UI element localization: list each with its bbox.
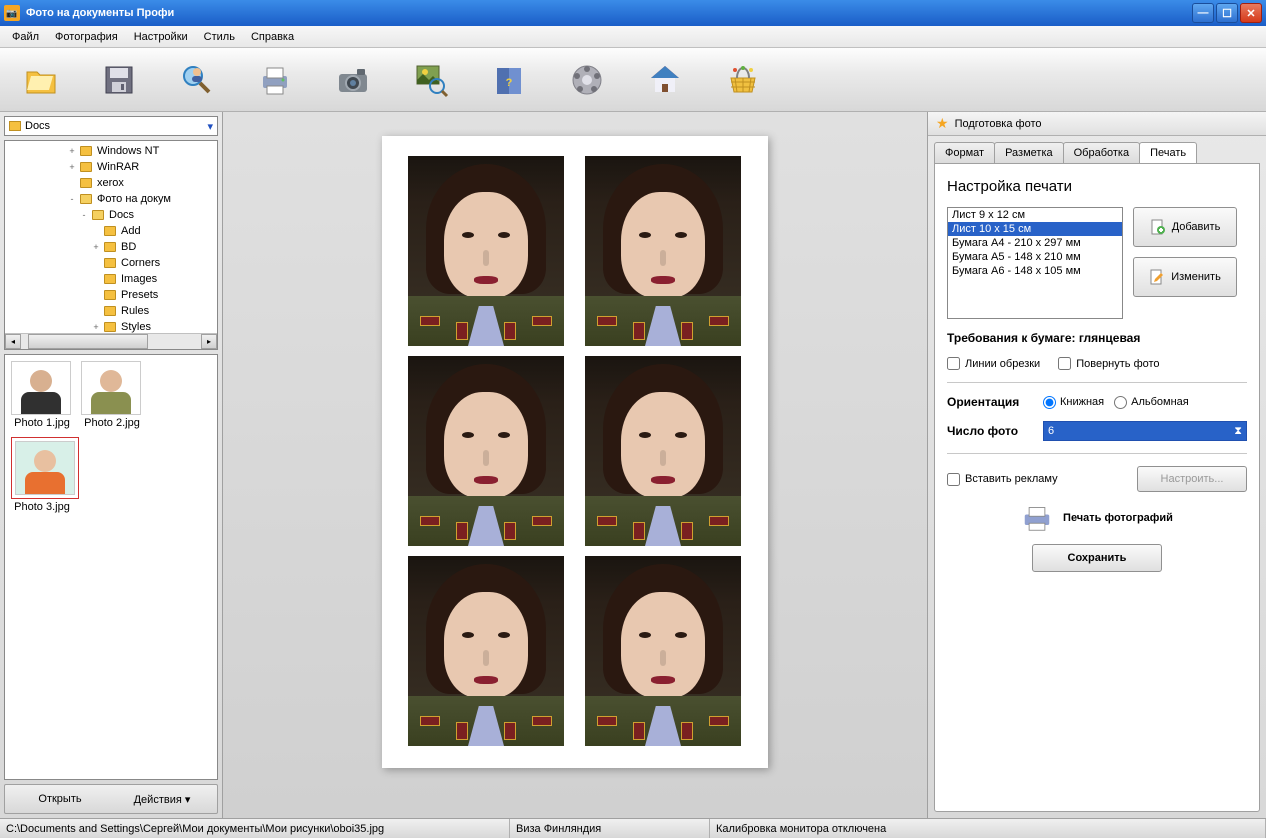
toolbar-save-icon[interactable] bbox=[98, 59, 140, 101]
close-button[interactable]: ✕ bbox=[1240, 3, 1262, 23]
crop-lines-checkbox[interactable]: Линии обрезки bbox=[947, 357, 1040, 370]
scroll-thumb[interactable] bbox=[28, 334, 148, 349]
menu-style[interactable]: Стиль bbox=[196, 28, 243, 46]
folder-dropdown[interactable]: Docs ▾ bbox=[4, 116, 218, 136]
actions-button[interactable]: Действия ▾ bbox=[113, 787, 211, 811]
toolbar-print-icon[interactable] bbox=[254, 59, 296, 101]
sidebar: Docs ▾ +Windows NT+WinRARxerox-Фото на д… bbox=[0, 112, 223, 818]
passport-photo bbox=[408, 356, 564, 546]
passport-photo bbox=[585, 156, 741, 346]
folder-icon bbox=[9, 121, 21, 131]
paper-option[interactable]: Бумага А5 - 148 x 210 мм bbox=[948, 250, 1122, 264]
scroll-right-button[interactable]: ▸ bbox=[201, 334, 217, 349]
orientation-landscape-radio[interactable]: Альбомная bbox=[1114, 396, 1189, 409]
paper-requirements: Требования к бумаге: глянцевая bbox=[947, 331, 1247, 345]
tab-content-print: Настройка печати Лист 9 x 12 смЛист 10 x… bbox=[934, 163, 1260, 812]
passport-photo bbox=[408, 556, 564, 746]
tree-item[interactable]: Images bbox=[7, 271, 215, 287]
folder-dropdown-label: Docs bbox=[25, 120, 50, 132]
insert-ad-checkbox[interactable]: Вставить рекламу bbox=[947, 473, 1058, 486]
passport-photo bbox=[585, 356, 741, 546]
menu-settings[interactable]: Настройки bbox=[126, 28, 196, 46]
spinner-arrows-icon: ⧗ bbox=[1234, 425, 1242, 438]
tree-item[interactable]: Add bbox=[7, 223, 215, 239]
right-panel: ★ Подготовка фото Формат Разметка Обрабо… bbox=[928, 112, 1266, 818]
tab-processing[interactable]: Обработка bbox=[1063, 142, 1140, 163]
paper-size-list[interactable]: Лист 9 x 12 смЛист 10 x 15 смБумага А4 -… bbox=[947, 207, 1123, 319]
configure-button[interactable]: Настроить... bbox=[1137, 466, 1247, 492]
print-heading: Настройка печати bbox=[947, 178, 1247, 195]
photo-count-label: Число фото bbox=[947, 424, 1033, 438]
status-calibration: Калибровка монитора отключена bbox=[710, 819, 1266, 838]
maximize-button[interactable]: ☐ bbox=[1216, 3, 1238, 23]
menu-photo[interactable]: Фотография bbox=[47, 28, 126, 46]
passport-photo bbox=[408, 156, 564, 346]
status-visa: Виза Финляндия bbox=[510, 819, 710, 838]
printer-icon bbox=[1021, 504, 1053, 532]
thumbnail-panel: Photo 1.jpgPhoto 2.jpgPhoto 3.jpg bbox=[4, 354, 218, 780]
orientation-portrait-radio[interactable]: Книжная bbox=[1043, 396, 1104, 409]
tree-scrollbar[interactable]: ◂ ▸ bbox=[5, 333, 217, 349]
thumbnail[interactable]: Photo 2.jpg bbox=[81, 361, 143, 429]
toolbar: ? bbox=[0, 48, 1266, 112]
panel-header: ★ Подготовка фото bbox=[928, 112, 1266, 136]
toolbar-help-icon[interactable]: ? bbox=[488, 59, 530, 101]
folder-tree: +Windows NT+WinRARxerox-Фото на докум-Do… bbox=[4, 140, 218, 350]
tree-item[interactable]: Corners bbox=[7, 255, 215, 271]
save-button[interactable]: Сохранить bbox=[1032, 544, 1162, 572]
thumbnail[interactable]: Photo 1.jpg bbox=[11, 361, 73, 429]
title-bar: 📷 Фото на документы Профи — ☐ ✕ bbox=[0, 0, 1266, 26]
photo-count-input[interactable]: 6 ⧗ bbox=[1043, 421, 1247, 441]
minimize-button[interactable]: — bbox=[1192, 3, 1214, 23]
tab-layout[interactable]: Разметка bbox=[994, 142, 1064, 163]
tab-bar: Формат Разметка Обработка Печать bbox=[928, 136, 1266, 163]
toolbar-preview-icon[interactable] bbox=[176, 59, 218, 101]
tree-item[interactable]: +Windows NT bbox=[7, 143, 215, 159]
paper-option[interactable]: Лист 10 x 15 см bbox=[948, 222, 1122, 236]
menu-bar: Файл Фотография Настройки Стиль Справка bbox=[0, 26, 1266, 48]
tab-format[interactable]: Формат bbox=[934, 142, 995, 163]
menu-help[interactable]: Справка bbox=[243, 28, 302, 46]
preview-canvas bbox=[223, 112, 928, 818]
paper-option[interactable]: Бумага А4 - 210 x 297 мм bbox=[948, 236, 1122, 250]
thumbnail[interactable]: Photo 3.jpg bbox=[11, 437, 73, 513]
passport-photo bbox=[585, 556, 741, 746]
toolbar-effects-icon[interactable] bbox=[566, 59, 608, 101]
tab-print[interactable]: Печать bbox=[1139, 142, 1197, 163]
dropdown-arrow-icon: ▾ bbox=[207, 120, 213, 133]
tree-item[interactable]: -Фото на докум bbox=[7, 191, 215, 207]
star-icon: ★ bbox=[936, 115, 949, 132]
tree-item[interactable]: Rules bbox=[7, 303, 215, 319]
print-photos-link[interactable]: Печать фотографий bbox=[1063, 512, 1173, 524]
rotate-photo-checkbox[interactable]: Повернуть фото bbox=[1058, 357, 1159, 370]
scroll-left-button[interactable]: ◂ bbox=[5, 334, 21, 349]
tree-item[interactable]: -Docs bbox=[7, 207, 215, 223]
orientation-label: Ориентация bbox=[947, 395, 1033, 409]
toolbar-camera-icon[interactable] bbox=[332, 59, 374, 101]
tree-item[interactable]: Presets bbox=[7, 287, 215, 303]
print-sheet bbox=[382, 136, 768, 768]
status-path: C:\Documents and Settings\Сергей\Мои док… bbox=[0, 819, 510, 838]
status-bar: C:\Documents and Settings\Сергей\Мои док… bbox=[0, 818, 1266, 838]
tree-item[interactable]: xerox bbox=[7, 175, 215, 191]
toolbar-image-search-icon[interactable] bbox=[410, 59, 452, 101]
add-button[interactable]: Добавить bbox=[1133, 207, 1237, 247]
tree-item[interactable]: +WinRAR bbox=[7, 159, 215, 175]
tree-item[interactable]: +BD bbox=[7, 239, 215, 255]
toolbar-open-icon[interactable] bbox=[20, 59, 62, 101]
sidebar-actions: Открыть Действия ▾ bbox=[4, 784, 218, 814]
paper-option[interactable]: Лист 9 x 12 см bbox=[948, 208, 1122, 222]
paper-option[interactable]: Бумага А6 - 148 x 105 мм bbox=[948, 264, 1122, 278]
open-button[interactable]: Открыть bbox=[11, 787, 109, 811]
menu-file[interactable]: Файл bbox=[4, 28, 47, 46]
svg-text:?: ? bbox=[506, 77, 513, 89]
panel-title: Подготовка фото bbox=[955, 118, 1042, 130]
toolbar-home-icon[interactable] bbox=[644, 59, 686, 101]
window-title: Фото на документы Профи bbox=[26, 7, 1190, 19]
app-icon: 📷 bbox=[4, 5, 20, 21]
edit-button[interactable]: Изменить bbox=[1133, 257, 1237, 297]
toolbar-basket-icon[interactable] bbox=[722, 59, 764, 101]
